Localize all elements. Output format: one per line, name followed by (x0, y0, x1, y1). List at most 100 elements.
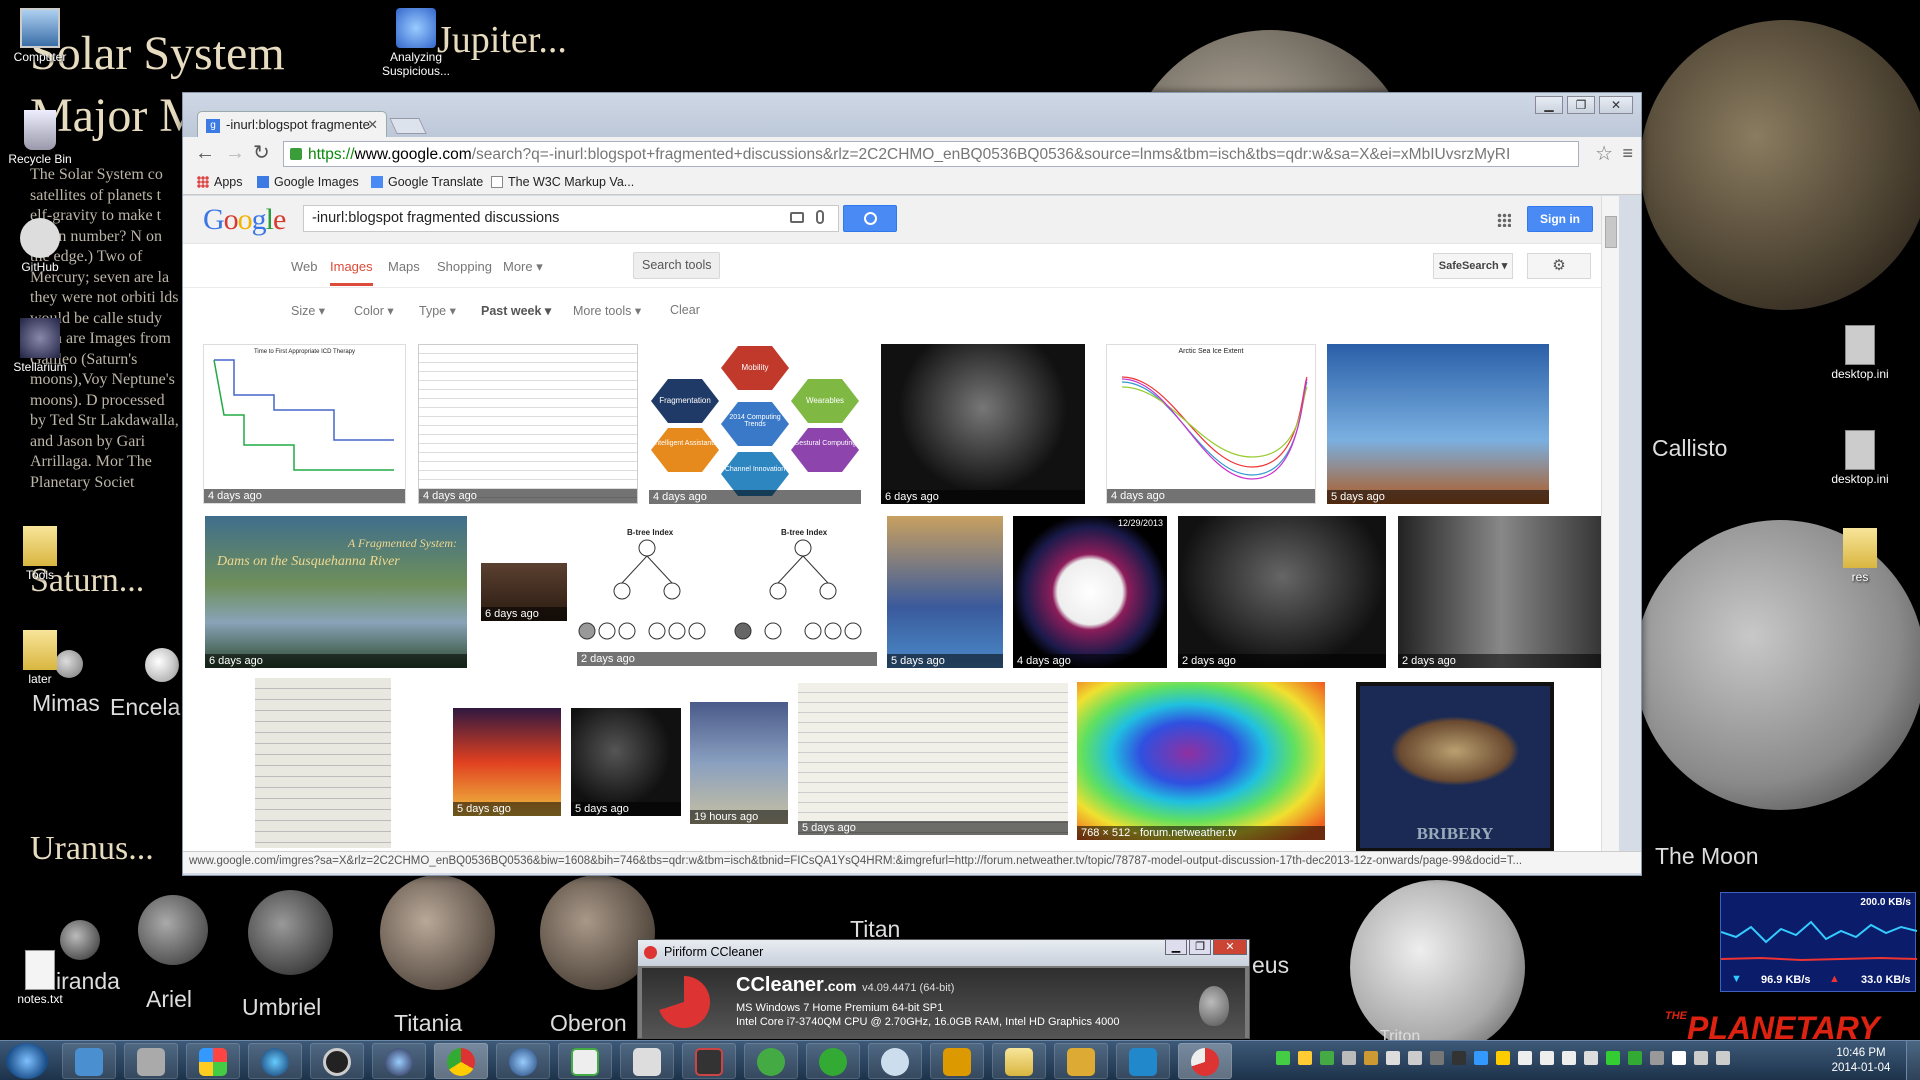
tab-more[interactable]: More ▾ (503, 259, 543, 275)
google-logo[interactable]: Google (203, 203, 286, 237)
image-result[interactable]: 5 days ago (887, 516, 1003, 668)
image-result[interactable]: A Fragmented System: Dams on the Susqueh… (205, 516, 467, 668)
taskbar-ccleaner[interactable] (1178, 1043, 1232, 1079)
taskbar-monitor[interactable] (682, 1043, 736, 1079)
vertical-scrollbar[interactable] (1601, 196, 1619, 851)
start-button[interactable] (6, 1043, 48, 1079)
search-tools-button[interactable]: Search tools (633, 252, 721, 279)
filter-more-tools[interactable]: More tools ▾ (573, 303, 641, 318)
flag-icon[interactable] (1672, 1051, 1686, 1065)
new-tab-button[interactable] (389, 118, 427, 134)
image-result[interactable]: 12/29/2013 4 days ago (1013, 516, 1167, 668)
taskbar-keepass[interactable] (310, 1043, 364, 1079)
taskbar-utorrent[interactable] (806, 1043, 860, 1079)
bookmark-google-images[interactable]: Google Images (257, 175, 359, 189)
tray-icon[interactable] (1342, 1051, 1356, 1065)
filter-size[interactable]: Size ▾ (291, 303, 325, 318)
taskbar-chrome[interactable] (434, 1043, 488, 1079)
taskbar-cyberduck[interactable] (930, 1043, 984, 1079)
apps-grid-icon[interactable] (1497, 213, 1511, 227)
image-result[interactable]: 5 days ago (798, 683, 1068, 835)
bookmark-w3c[interactable]: The W3C Markup Va... (491, 175, 634, 189)
image-result[interactable]: BRIBERY (1356, 682, 1554, 851)
image-result[interactable]: 2 days ago (1398, 516, 1604, 668)
image-result[interactable]: 5 days ago (1327, 344, 1549, 504)
tab-images[interactable]: Images (330, 259, 373, 286)
desktop-icon-res[interactable]: res (1820, 528, 1900, 584)
camera-icon[interactable] (790, 212, 804, 223)
taskbar-globe[interactable] (248, 1043, 302, 1079)
tray-icon[interactable] (1276, 1051, 1290, 1065)
image-result[interactable]: Mobility Fragmentation Wearables 2014 Co… (649, 344, 861, 504)
search-button[interactable] (843, 205, 897, 232)
desktop-icon-github[interactable]: GitHub (0, 218, 80, 274)
tray-icon[interactable] (1364, 1051, 1378, 1065)
image-result[interactable]: Time to First Appropriate ICD Therapy 4 … (203, 344, 406, 504)
close-window-button[interactable]: ✕ (1599, 96, 1633, 114)
microphone-icon[interactable] (816, 210, 824, 224)
image-result[interactable]: 6 days ago (881, 344, 1085, 504)
tray-icon[interactable] (1540, 1051, 1554, 1065)
taskbar-info[interactable] (1116, 1043, 1170, 1079)
image-result[interactable]: 4 days ago (418, 344, 638, 504)
tray-icon[interactable] (1562, 1051, 1576, 1065)
image-result[interactable]: 5 days ago (453, 708, 561, 816)
taskbar-folder[interactable] (992, 1043, 1046, 1079)
bookmark-apps[interactable]: Apps (197, 175, 243, 189)
tray-icon[interactable] (1298, 1051, 1312, 1065)
scrollbar-thumb[interactable] (1605, 216, 1617, 248)
tab-shopping[interactable]: Shopping (437, 259, 492, 274)
tray-icon[interactable] (1496, 1051, 1510, 1065)
image-result[interactable]: 5 days ago (571, 708, 681, 816)
tab-maps[interactable]: Maps (388, 259, 420, 274)
volume-icon[interactable] (1584, 1051, 1598, 1065)
bookmark-star-icon[interactable]: ☆ (1595, 141, 1613, 166)
chrome-menu-icon[interactable]: ≡ (1622, 143, 1633, 164)
desktop-icon-tools[interactable]: Tools (0, 526, 80, 582)
sign-in-button[interactable]: Sign in (1527, 206, 1593, 232)
bookmark-google-translate[interactable]: Google Translate (371, 175, 483, 189)
safesearch-button[interactable]: SafeSearch ▾ (1433, 253, 1513, 279)
search-input[interactable]: -inurl:blogspot fragmented discussions (303, 205, 839, 232)
show-desktop-button[interactable] (1906, 1041, 1920, 1080)
desktop-icon-analyzing[interactable]: Analyzing Suspicious... (376, 8, 456, 78)
back-arrow-icon[interactable]: ← (195, 143, 215, 163)
desktop-icon-recycle-bin[interactable]: Recycle Bin (0, 110, 80, 166)
taskbar-editor[interactable] (620, 1043, 674, 1079)
filter-clear[interactable]: Clear (670, 303, 700, 317)
desktop-icon-desktop-ini-2[interactable]: desktop.ini (1820, 430, 1900, 486)
filter-type[interactable]: Type ▾ (419, 303, 456, 318)
close-window-button[interactable]: ✕ (1213, 939, 1247, 955)
taskbar-thunderbird[interactable] (496, 1043, 550, 1079)
image-result[interactable] (255, 678, 391, 848)
tray-icon[interactable] (1650, 1051, 1664, 1065)
image-result[interactable]: B-tree Index B-tree Index 2 days ago (577, 526, 877, 666)
tray-icon[interactable] (1606, 1051, 1620, 1065)
filter-time[interactable]: Past week ▾ (481, 303, 551, 318)
tray-icon[interactable] (1386, 1051, 1400, 1065)
taskbar-task-manager[interactable] (558, 1043, 612, 1079)
tray-icon[interactable] (1474, 1051, 1488, 1065)
taskbar-clock[interactable]: 10:46 PM 2014-01-04 (1826, 1046, 1896, 1076)
image-result[interactable]: 2 days ago (1178, 516, 1386, 668)
tray-icon[interactable] (1408, 1051, 1422, 1065)
taskbar-explorer[interactable] (62, 1043, 116, 1079)
browser-tab[interactable]: g -inurl:blogspot fragmente ✕ (197, 111, 387, 138)
taskbar-windows[interactable] (186, 1043, 240, 1079)
forward-arrow-icon[interactable]: → (225, 143, 245, 163)
desktop-icon-computer[interactable]: Computer (0, 8, 80, 64)
tray-icon[interactable] (1628, 1051, 1642, 1065)
taskbar-stellarium[interactable] (372, 1043, 426, 1079)
desktop-icon-notes[interactable]: notes.txt (0, 950, 80, 1006)
filter-color[interactable]: Color ▾ (354, 303, 394, 318)
tab-web[interactable]: Web (291, 259, 318, 274)
tray-icon[interactable] (1518, 1051, 1532, 1065)
taskbar-camera[interactable] (124, 1043, 178, 1079)
settings-gear-icon[interactable]: ⚙ (1527, 253, 1591, 279)
desktop-icon-stellarium[interactable]: Stellarium (0, 318, 80, 374)
minimize-button[interactable]: ▁ (1165, 939, 1187, 955)
tray-icon[interactable] (1430, 1051, 1444, 1065)
maximize-button[interactable]: ❐ (1189, 939, 1211, 955)
reload-icon[interactable]: ↻ (253, 143, 270, 163)
desktop-icon-later[interactable]: later (0, 630, 80, 686)
